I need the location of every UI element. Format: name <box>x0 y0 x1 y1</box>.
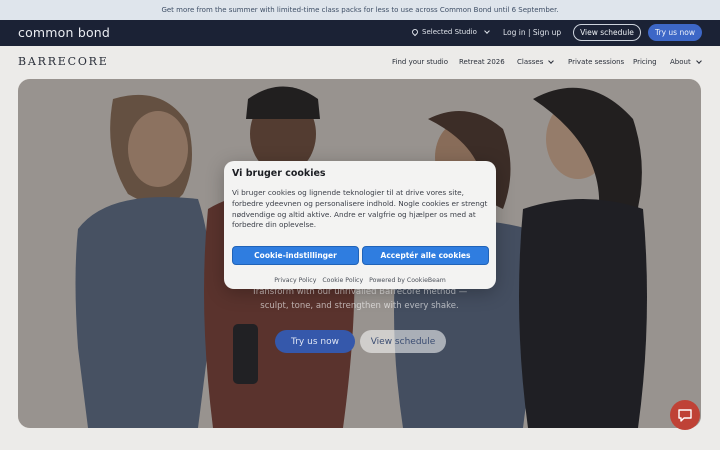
cookie-policy-link[interactable]: Cookie Policy <box>322 277 363 284</box>
top-bar: common bond Selected Studio Log in | Sig… <box>0 20 720 46</box>
promo-text: Get more from the summer with limited-ti… <box>161 6 559 14</box>
chevron-down-icon <box>695 58 702 64</box>
studio-label: Selected Studio <box>422 28 477 36</box>
chevron-down-icon <box>548 58 555 64</box>
hero-view-schedule-button[interactable]: View schedule <box>360 330 446 353</box>
hero-subtitle-line-2: sculpt, tone, and strengthen with every … <box>260 301 459 311</box>
accept-all-cookies-button[interactable]: Acceptér alle cookies <box>362 246 489 265</box>
studio-selector[interactable]: Selected Studio <box>410 27 490 37</box>
powered-by-link[interactable]: Powered by CookieBeam <box>369 277 446 284</box>
nav-about[interactable]: About <box>670 58 702 66</box>
nav-classes[interactable]: Classes <box>517 58 555 66</box>
privacy-policy-link[interactable]: Privacy Policy <box>274 277 316 284</box>
hero-subtitle: Transform with our unrivalled Barrecore … <box>18 285 701 313</box>
main-nav: BARRECORE Find your studio Retreat 2026 … <box>0 46 720 78</box>
nav-pricing[interactable]: Pricing <box>633 58 657 66</box>
cookie-settings-button[interactable]: Cookie-indstillinger <box>232 246 359 265</box>
barrecore-logo[interactable]: BARRECORE <box>18 55 109 68</box>
nav-private-sessions[interactable]: Private sessions <box>568 58 624 66</box>
login-signup-link[interactable]: Log in | Sign up <box>503 28 561 37</box>
cookie-dialog-title: Vi bruger cookies <box>232 168 326 179</box>
chat-support-button[interactable] <box>670 400 700 430</box>
cookie-dialog-links: Privacy Policy Cookie Policy Powered by … <box>224 277 496 284</box>
chevron-down-icon <box>484 28 490 34</box>
hero-try-us-now-button[interactable]: Try us now <box>275 330 355 353</box>
chat-support-icon <box>678 409 692 422</box>
nav-find-your-studio[interactable]: Find your studio <box>392 58 448 66</box>
nav-retreat-2026[interactable]: Retreat 2026 <box>459 58 505 66</box>
view-schedule-button[interactable]: View schedule <box>573 24 641 41</box>
common-bond-logo[interactable]: common bond <box>18 25 110 40</box>
cookie-consent-dialog: Vi bruger cookies Vi bruger cookies og l… <box>224 161 496 289</box>
cookie-dialog-body: Vi bruger cookies og lignende teknologie… <box>232 188 488 230</box>
try-us-now-button[interactable]: Try us now <box>648 24 702 41</box>
promo-banner: Get more from the summer with limited-ti… <box>0 0 720 20</box>
location-pin-icon <box>410 27 420 37</box>
